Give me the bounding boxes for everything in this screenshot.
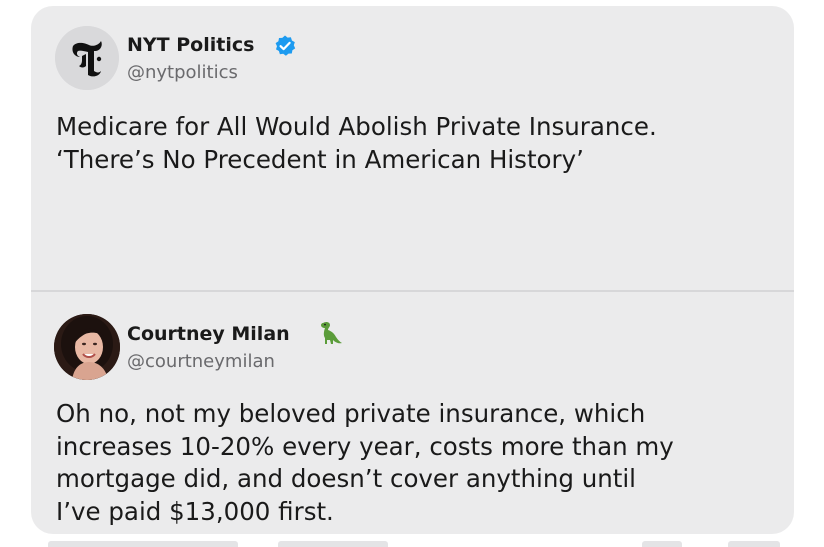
account-handle[interactable]: @courtneymilan [127, 351, 275, 372]
avatar[interactable] [54, 314, 120, 380]
next-card-edge [48, 541, 238, 547]
tweet-text-line: I’ve paid $13,000 first. [56, 496, 334, 526]
next-card-edge [642, 541, 682, 547]
next-card-edge [278, 541, 388, 547]
screenshot-page: NYT Politics @nytpolitics Medicare for A… [0, 0, 824, 547]
tweet-text: Oh no, not my beloved private insurance,… [56, 398, 674, 528]
tweet-text-line: Oh no, not my beloved private insurance,… [56, 399, 646, 428]
tweet-text: Medicare for All Would Abolish Private I… [56, 110, 657, 176]
verified-badge-icon [273, 34, 297, 58]
dinosaur-icon [317, 320, 343, 346]
account-name[interactable]: NYT Politics [127, 34, 254, 56]
tweet-text-line: mortgage did, and doesn’t cover anything… [56, 464, 636, 493]
nyt-logo-icon[interactable] [55, 26, 119, 90]
tweet-text-line: Medicare for All Would Abolish Private I… [56, 112, 657, 141]
tweet-text-line: ‘There’s No Precedent in American Histor… [56, 145, 584, 174]
account-handle[interactable]: @nytpolitics [127, 62, 238, 83]
quoted-tweet[interactable]: NYT Politics @nytpolitics Medicare for A… [31, 6, 794, 290]
reply-tweet[interactable]: Courtney Milan @courtneymilan Oh no, not… [31, 292, 794, 534]
tweet-text-line: increases 10-20% every year, costs more … [56, 431, 674, 461]
account-name[interactable]: Courtney Milan [127, 323, 290, 345]
tweet-card: NYT Politics @nytpolitics Medicare for A… [31, 6, 794, 534]
next-card-edge [728, 541, 780, 547]
